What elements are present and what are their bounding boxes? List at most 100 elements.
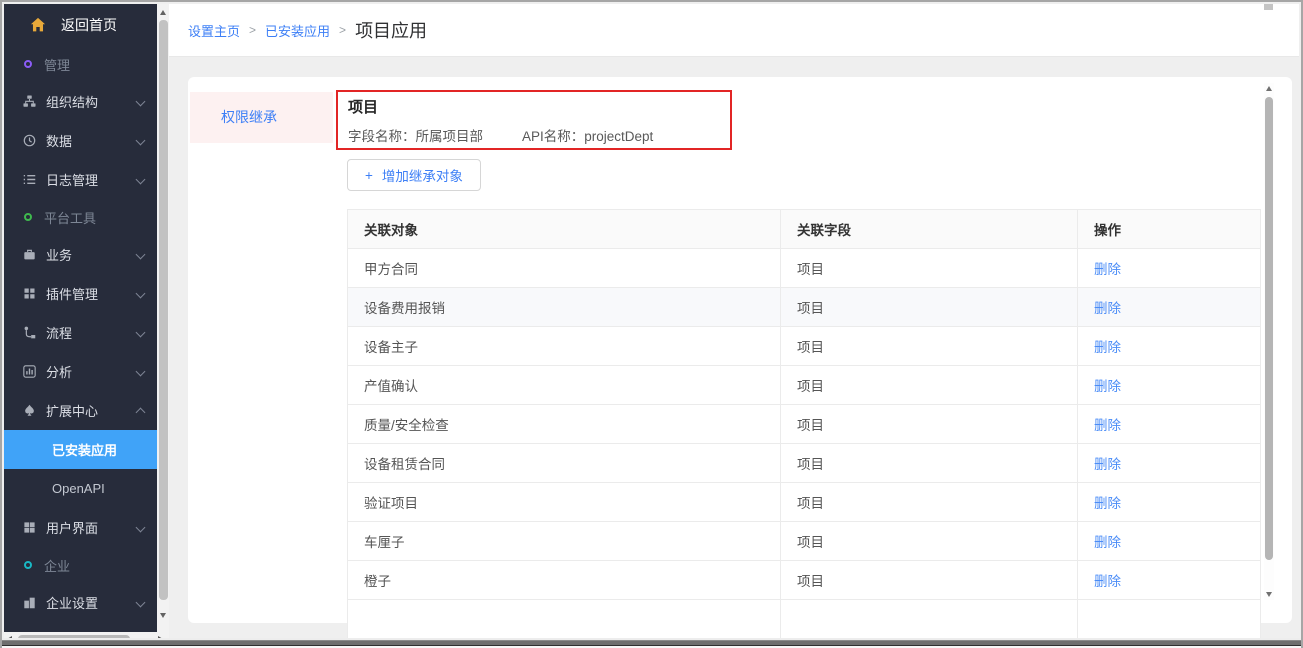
delete-link[interactable]: 删除 bbox=[1094, 418, 1121, 433]
table-row: 设备费用报销 项目 删除 bbox=[348, 288, 1261, 327]
building-icon bbox=[21, 595, 37, 611]
breadcrumb-link-settings-home[interactable]: 设置主页 bbox=[188, 21, 240, 40]
sidebar-item-label: 扩展中心 bbox=[46, 401, 98, 420]
sidebar-item-enterprise-settings[interactable]: 企业设置 bbox=[4, 583, 157, 622]
chevron-down-icon bbox=[136, 175, 146, 185]
sidebar-section-label: 企业 bbox=[44, 556, 70, 575]
cell-related-field: 项目 bbox=[781, 249, 1078, 288]
sidebar-item-workflow[interactable]: 流程 bbox=[4, 313, 157, 352]
sidebar-item-data[interactable]: 数据 bbox=[4, 121, 157, 160]
panel-vertical-scrollbar[interactable] bbox=[1264, 83, 1274, 600]
app-window: 返回首页 管理 组织结构 数据 日志管理 bbox=[0, 0, 1303, 648]
sidebar-item-label: 已安装应用 bbox=[52, 440, 117, 459]
cell-related-field: 项目 bbox=[781, 561, 1078, 600]
cell-related-object: 甲方合同 bbox=[348, 249, 781, 288]
dot-circle-cyan-icon bbox=[24, 561, 32, 569]
tab-label: 权限继承 bbox=[221, 109, 277, 125]
delete-link[interactable]: 删除 bbox=[1094, 574, 1121, 589]
sidebar-item-label: 日志管理 bbox=[46, 170, 98, 189]
extension-spade-icon bbox=[21, 403, 37, 419]
cell-related-field: 项目 bbox=[781, 288, 1078, 327]
delete-link[interactable]: 删除 bbox=[1094, 262, 1121, 277]
delete-link[interactable]: 删除 bbox=[1094, 340, 1121, 355]
window-scrollbar-remnant bbox=[1264, 4, 1273, 10]
column-header-related-field: 关联字段 bbox=[781, 210, 1078, 249]
chevron-down-icon bbox=[136, 367, 146, 377]
chevron-down-icon bbox=[136, 328, 146, 338]
briefcase-icon bbox=[21, 247, 37, 263]
api-name-label: API名称： bbox=[522, 129, 584, 144]
delete-link[interactable]: 删除 bbox=[1094, 457, 1121, 472]
delete-link[interactable]: 删除 bbox=[1094, 535, 1121, 550]
sidebar-item-label: 用户界面 bbox=[46, 518, 98, 537]
cell-related-object: 质量/安全检查 bbox=[348, 405, 781, 444]
field-name-label: 字段名称： bbox=[348, 129, 416, 144]
add-button-label: 增加继承对象 bbox=[382, 165, 463, 185]
delete-link[interactable]: 删除 bbox=[1094, 496, 1121, 511]
bar-chart-icon bbox=[21, 364, 37, 380]
cell-related-field: 项目 bbox=[781, 444, 1078, 483]
delete-link[interactable]: 删除 bbox=[1094, 379, 1121, 394]
scroll-down-arrow-icon[interactable] bbox=[160, 613, 166, 618]
chevron-down-icon bbox=[136, 97, 146, 107]
scroll-up-arrow-icon[interactable] bbox=[160, 10, 166, 15]
chevron-down-icon bbox=[136, 289, 146, 299]
sidebar-section-enterprise: 企业 bbox=[4, 547, 157, 583]
cell-related-field: 项目 bbox=[781, 483, 1078, 522]
dot-circle-green-icon bbox=[24, 213, 32, 221]
cell-related-object: 验证项目 bbox=[348, 483, 781, 522]
scrollbar-thumb[interactable] bbox=[159, 20, 168, 600]
sidebar-item-installed-apps[interactable]: 已安装应用 bbox=[4, 430, 157, 469]
plugin-grid-icon bbox=[21, 286, 37, 302]
table-row: 产值确认 项目 删除 bbox=[348, 366, 1261, 405]
delete-link[interactable]: 删除 bbox=[1094, 301, 1121, 316]
add-inheritance-object-button[interactable]: + 增加继承对象 bbox=[347, 159, 481, 191]
sidebar-item-label: OpenAPI bbox=[52, 481, 105, 496]
breadcrumb: 设置主页 > 已安装应用 > 项目应用 bbox=[188, 17, 427, 43]
cell-related-object: 产值确认 bbox=[348, 366, 781, 405]
main-panel: 权限继承 项目 字段名称：所属项目部 API名称：projectDept + 增… bbox=[188, 77, 1292, 623]
sidebar-item-plugin-management[interactable]: 插件管理 bbox=[4, 274, 157, 313]
sidebar-item-home[interactable]: 返回首页 bbox=[4, 4, 157, 46]
chevron-up-icon bbox=[136, 408, 146, 418]
window-bottom-edge bbox=[2, 638, 1301, 648]
breadcrumb-separator: > bbox=[249, 23, 256, 37]
column-header-actions: 操作 bbox=[1078, 210, 1261, 249]
list-icon bbox=[21, 172, 37, 188]
sidebar-item-label: 组织结构 bbox=[46, 92, 98, 111]
inheritance-table-container: 关联对象 关联字段 操作 甲方合同 项目 删除 设备费用报销 项目 删除 bbox=[347, 209, 1262, 646]
sidebar-item-business[interactable]: 业务 bbox=[4, 235, 157, 274]
scrollbar-thumb[interactable] bbox=[1265, 97, 1273, 560]
cell-related-field: 项目 bbox=[781, 327, 1078, 366]
chevron-down-icon bbox=[136, 250, 146, 260]
tab-permission-inheritance[interactable]: 权限继承 bbox=[190, 92, 333, 143]
table-header-row: 关联对象 关联字段 操作 bbox=[348, 210, 1261, 249]
sidebar-item-org-structure[interactable]: 组织结构 bbox=[4, 82, 157, 121]
inheritance-table: 关联对象 关联字段 操作 甲方合同 项目 删除 设备费用报销 项目 删除 bbox=[347, 209, 1261, 639]
api-name-row: API名称：projectDept bbox=[522, 125, 653, 145]
table-row: 甲方合同 项目 删除 bbox=[348, 249, 1261, 288]
sidebar-item-label: 数据 bbox=[46, 131, 72, 150]
sidebar-item-analytics[interactable]: 分析 bbox=[4, 352, 157, 391]
table-row: 设备租赁合同 项目 删除 bbox=[348, 444, 1261, 483]
sidebar-item-label: 返回首页 bbox=[61, 15, 117, 35]
sidebar-item-log-management[interactable]: 日志管理 bbox=[4, 160, 157, 199]
sidebar-vertical-scrollbar[interactable] bbox=[157, 4, 169, 632]
sidebar-item-openapi[interactable]: OpenAPI bbox=[4, 469, 157, 508]
dot-circle-purple-icon bbox=[24, 60, 32, 68]
field-name-value: 所属项目部 bbox=[416, 129, 484, 144]
sidebar-item-extension-center[interactable]: 扩展中心 bbox=[4, 391, 157, 430]
scroll-up-arrow-icon[interactable] bbox=[1266, 86, 1272, 91]
sidebar-item-label: 业务 bbox=[46, 245, 72, 264]
sidebar-section-admin: 管理 bbox=[4, 46, 157, 82]
breadcrumb-link-installed-apps[interactable]: 已安装应用 bbox=[265, 21, 330, 40]
chevron-down-icon bbox=[136, 523, 146, 533]
sidebar-section-label: 平台工具 bbox=[44, 208, 96, 227]
scroll-down-arrow-icon[interactable] bbox=[1266, 592, 1272, 597]
chevron-down-icon bbox=[136, 136, 146, 146]
sidebar-section-platform-tools: 平台工具 bbox=[4, 199, 157, 235]
sidebar-item-user-interface[interactable]: 用户界面 bbox=[4, 508, 157, 547]
table-row: 验证项目 项目 删除 bbox=[348, 483, 1261, 522]
cell-related-object: 设备主子 bbox=[348, 327, 781, 366]
cell-related-field: 项目 bbox=[781, 366, 1078, 405]
